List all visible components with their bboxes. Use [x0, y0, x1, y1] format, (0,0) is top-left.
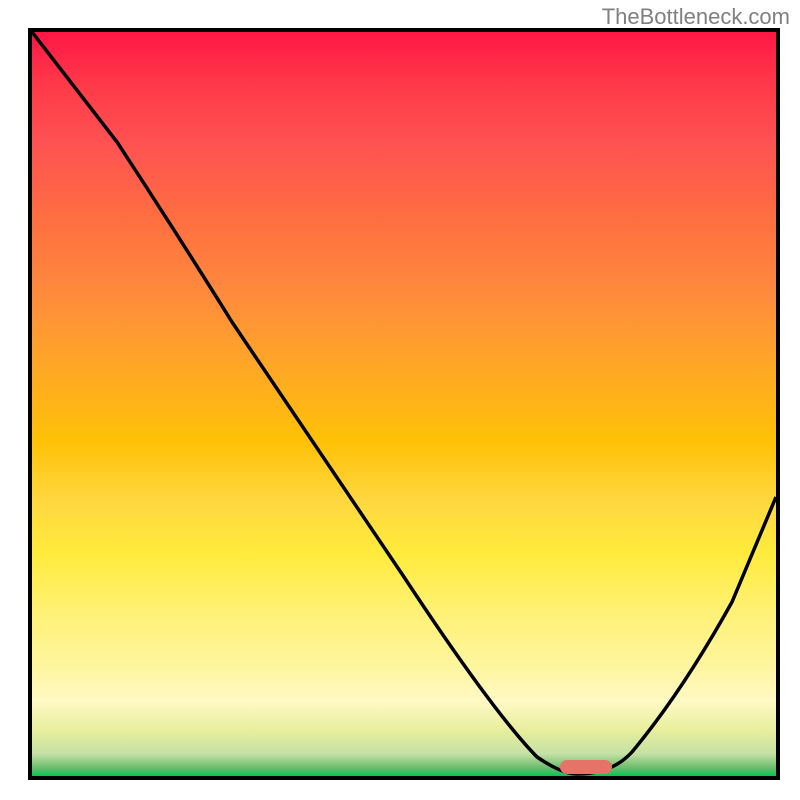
bottleneck-curve-path	[32, 32, 776, 774]
plot-area	[28, 28, 780, 780]
attribution-text: TheBottleneck.com	[602, 4, 790, 30]
optimal-range-marker	[560, 760, 612, 774]
bottleneck-chart: TheBottleneck.com	[0, 0, 800, 800]
curve-svg	[32, 32, 776, 776]
